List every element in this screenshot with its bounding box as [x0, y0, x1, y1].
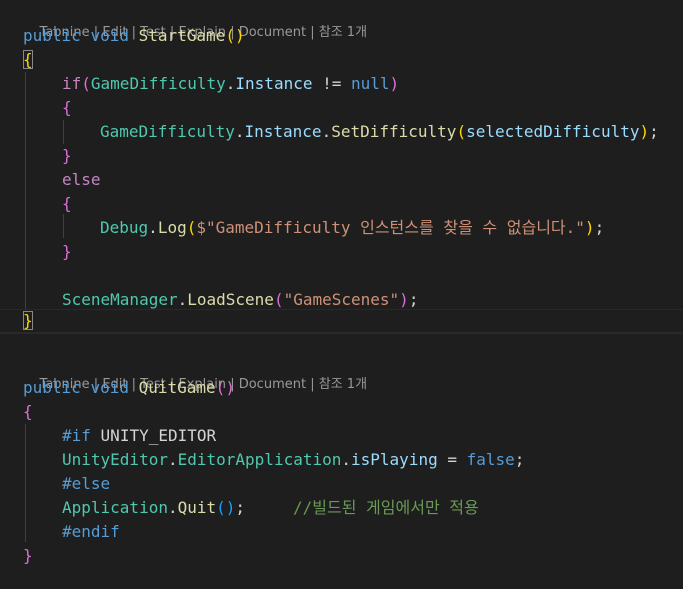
- dot: .: [148, 218, 158, 237]
- operator: =: [437, 450, 467, 469]
- preprocessor-else: #else: [62, 474, 111, 493]
- code-line[interactable]: }: [0, 544, 683, 568]
- dot: .: [167, 498, 178, 517]
- paren: (: [81, 74, 91, 93]
- code-line[interactable]: {: [0, 48, 683, 72]
- comment: //빌드된 게임에서만 적용: [293, 498, 479, 517]
- argument: selectedDifficulty: [466, 122, 640, 141]
- code-editor[interactable]: Tabnine | Edit | Test | Explain | Docume…: [0, 0, 683, 589]
- brace-open: {: [23, 402, 33, 421]
- paren: ): [234, 26, 245, 45]
- paren: ): [639, 122, 650, 141]
- string-literal: "GameScenes": [283, 290, 400, 309]
- method-name: Quit: [177, 498, 217, 517]
- code-line[interactable]: {: [0, 192, 683, 216]
- keyword-null: null: [351, 74, 390, 93]
- brace-close: }: [23, 546, 33, 565]
- brace-close: }: [62, 242, 72, 261]
- semicolon: ;: [408, 290, 419, 309]
- code-line[interactable]: {: [0, 400, 683, 424]
- code-line[interactable]: }: [0, 309, 683, 333]
- method-name: Log: [157, 218, 187, 237]
- code-line[interactable]: public void StartGame(): [0, 24, 683, 48]
- property-name: Instance: [244, 122, 322, 141]
- keyword-if: if: [62, 74, 82, 93]
- dot: .: [177, 290, 188, 309]
- paren: ): [225, 378, 235, 397]
- code-line[interactable]: }: [0, 240, 683, 264]
- paren: ): [399, 290, 409, 309]
- code-line[interactable]: Debug.Log($"GameDifficulty 인스턴스를 찾을 수 없습…: [0, 216, 683, 240]
- method-name: StartGame: [138, 26, 226, 45]
- class-name: Debug: [100, 218, 149, 237]
- code-line[interactable]: if(GameDifficulty.Instance != null): [0, 72, 683, 96]
- brace-open: {: [23, 50, 33, 69]
- property-name: isPlaying: [351, 450, 438, 469]
- dot: .: [321, 122, 332, 141]
- dot: .: [225, 74, 236, 93]
- paren: (: [225, 26, 235, 45]
- paren: ): [389, 74, 400, 93]
- method-name: SetDifficulty: [331, 122, 457, 141]
- code-line[interactable]: }: [0, 144, 683, 168]
- class-name: Application: [62, 498, 168, 517]
- code-line[interactable]: UnityEditor.EditorApplication.isPlaying …: [0, 448, 683, 472]
- brace-close: }: [62, 146, 72, 165]
- preprocessor-endif: #endif: [62, 522, 120, 541]
- preprocessor-symbol: UNITY_EDITOR: [100, 426, 217, 445]
- brace-open: {: [62, 98, 72, 117]
- code-line[interactable]: #else: [0, 472, 683, 496]
- paren: ): [584, 218, 595, 237]
- semicolon: ;: [514, 450, 525, 469]
- method-name: LoadScene: [187, 290, 274, 309]
- semicolon: ;: [235, 498, 246, 517]
- dot: .: [341, 450, 352, 469]
- semicolon: ;: [594, 218, 605, 237]
- code-line[interactable]: #if UNITY_EDITOR: [0, 424, 683, 448]
- codelens-bar: Tabnine | Edit | Test | Explain | Docume…: [23, 6, 368, 40]
- keyword-false: false: [466, 450, 515, 469]
- codelens-bar: Tabnine | Edit | Test | Explain | Docume…: [23, 358, 368, 392]
- keyword-public: public: [23, 378, 81, 397]
- code-line[interactable]: public void QuitGame(): [0, 376, 683, 400]
- class-name: UnityEditor: [62, 450, 168, 469]
- keyword-public: public: [23, 26, 81, 45]
- paren: (: [215, 378, 226, 397]
- code-line[interactable]: {: [0, 96, 683, 120]
- paren: (: [273, 290, 284, 309]
- paren: (: [456, 122, 467, 141]
- brace-close: }: [23, 311, 33, 330]
- operator: !=: [312, 74, 351, 93]
- code-line[interactable]: else: [0, 168, 683, 192]
- code-line[interactable]: GameDifficulty.Instance.SetDifficulty(se…: [0, 120, 683, 144]
- class-name: EditorApplication: [177, 450, 342, 469]
- dot: .: [234, 122, 245, 141]
- keyword-else: else: [62, 170, 101, 189]
- string-literal: $"GameDifficulty 인스턴스를 찾을 수 없습니다.": [196, 218, 585, 237]
- section-divider: [0, 333, 683, 334]
- property-name: Instance: [235, 74, 313, 93]
- keyword-void: void: [90, 378, 129, 397]
- keyword-void: void: [90, 26, 129, 45]
- paren: (: [186, 218, 197, 237]
- code-line[interactable]: #endif: [0, 520, 683, 544]
- class-name: GameDifficulty: [100, 122, 235, 141]
- method-name: QuitGame: [138, 378, 216, 397]
- preprocessor-if: #if: [62, 426, 91, 445]
- brace-open: {: [62, 194, 72, 213]
- paren: ): [225, 498, 236, 517]
- class-name: GameDifficulty: [90, 74, 226, 93]
- paren: (: [216, 498, 226, 517]
- dot: .: [167, 450, 178, 469]
- code-line[interactable]: Application.Quit(); //빌드된 게임에서만 적용: [0, 496, 683, 520]
- class-name: SceneManager: [62, 290, 178, 309]
- semicolon: ;: [649, 122, 659, 141]
